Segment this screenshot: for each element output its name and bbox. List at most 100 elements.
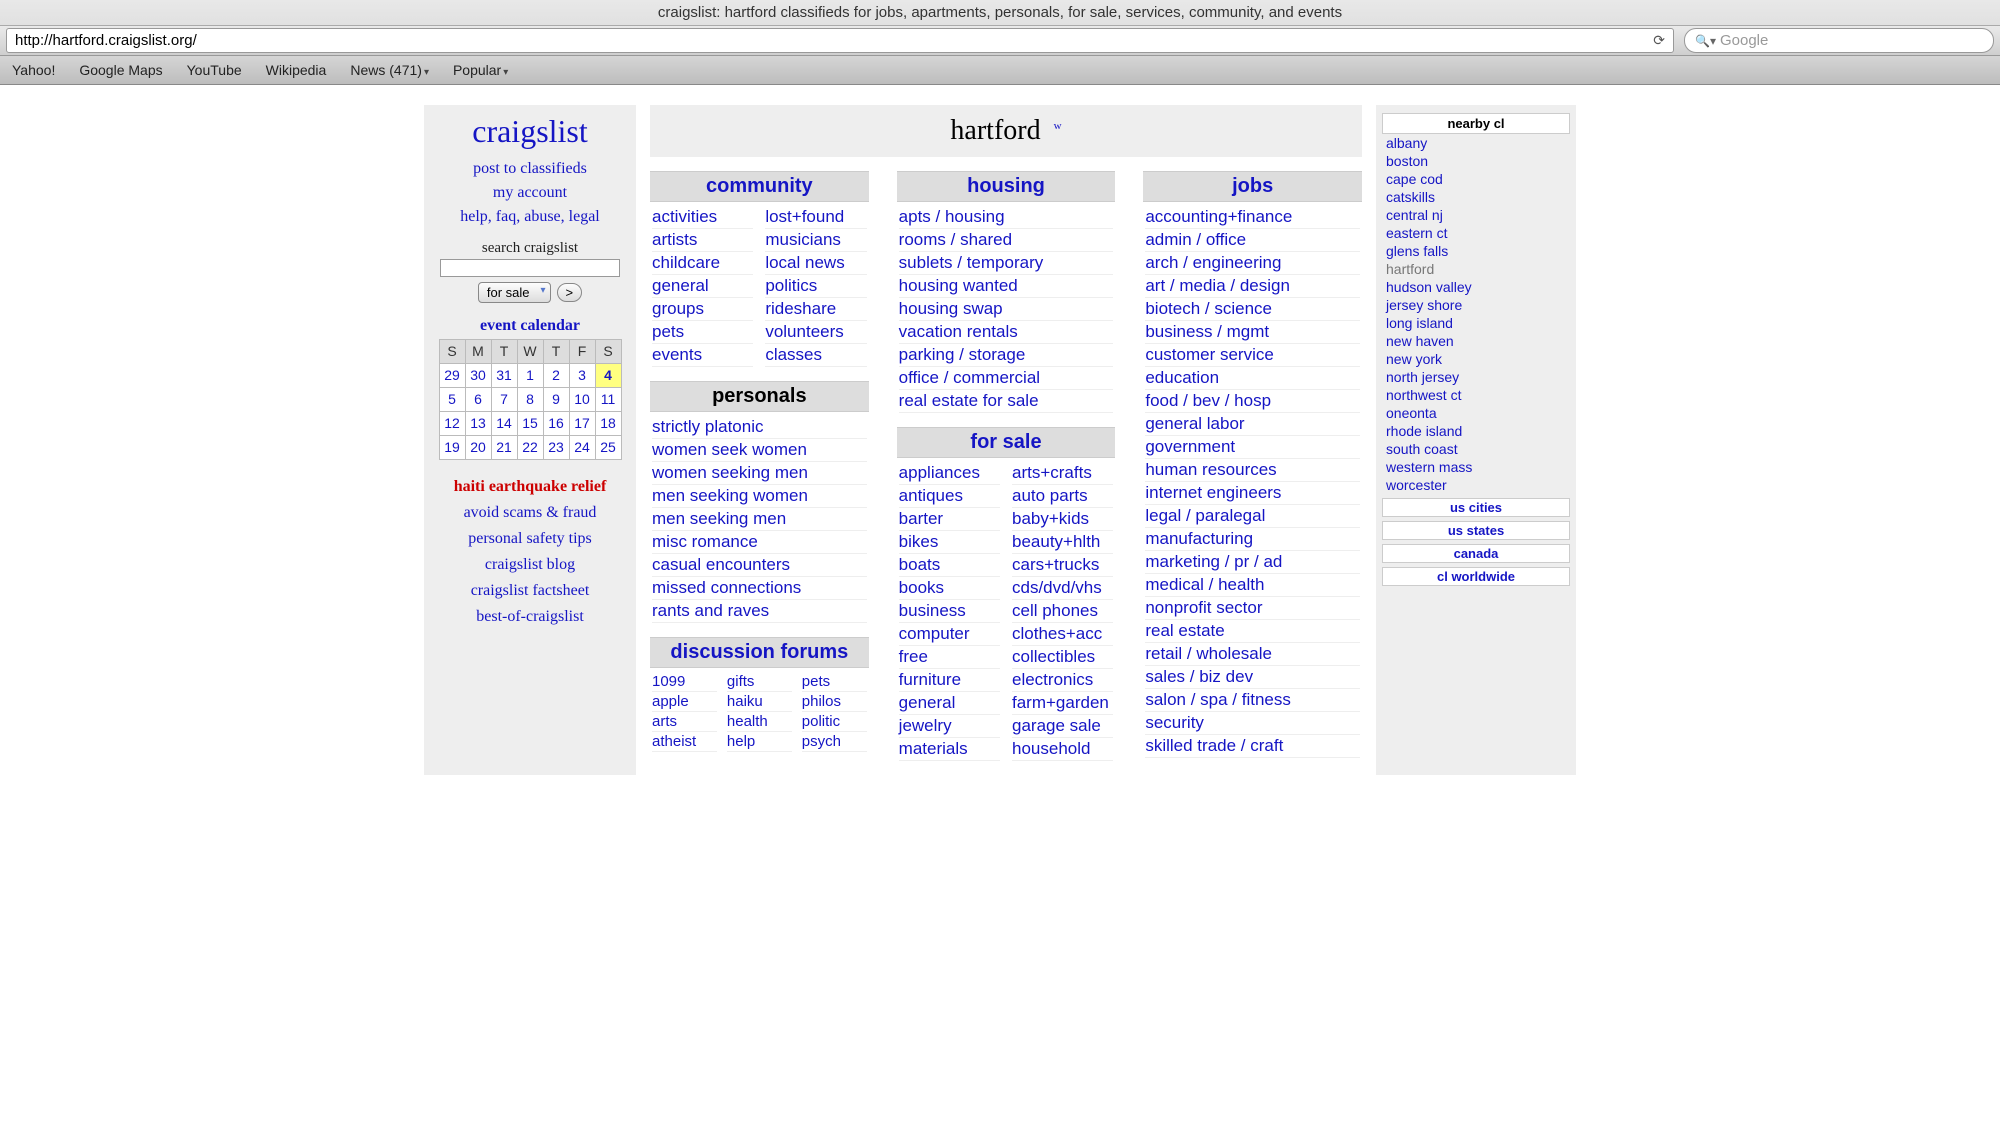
category-link[interactable]: men seeking women xyxy=(652,485,867,508)
category-link[interactable]: household xyxy=(1012,738,1113,761)
category-link[interactable]: admin / office xyxy=(1145,229,1360,252)
category-link[interactable]: books xyxy=(899,577,1000,600)
category-link[interactable]: materials xyxy=(899,738,1000,761)
category-link[interactable]: marketing / pr / ad xyxy=(1145,551,1360,574)
nearby-city[interactable]: worcester xyxy=(1382,476,1570,494)
wiki-link[interactable]: w xyxy=(1054,120,1062,132)
category-link[interactable]: medical / health xyxy=(1145,574,1360,597)
category-link[interactable]: salon / spa / fitness xyxy=(1145,689,1360,712)
category-link[interactable]: groups xyxy=(652,298,753,321)
other-region-link[interactable]: us states xyxy=(1382,521,1570,540)
nearby-city[interactable]: catskills xyxy=(1382,188,1570,206)
category-link[interactable]: musicians xyxy=(765,229,866,252)
nearby-city[interactable]: long island xyxy=(1382,314,1570,332)
category-link[interactable]: biotech / science xyxy=(1145,298,1360,321)
category-link[interactable]: rooms / shared xyxy=(899,229,1114,252)
left-footer-link[interactable]: craigslist factsheet xyxy=(428,582,632,600)
category-link[interactable]: women seek women xyxy=(652,439,867,462)
category-link[interactable]: internet engineers xyxy=(1145,482,1360,505)
cal-day[interactable]: 29 xyxy=(439,363,465,387)
category-link[interactable]: apts / housing xyxy=(899,206,1114,229)
cal-day[interactable]: 7 xyxy=(491,387,517,411)
category-link[interactable]: collectibles xyxy=(1012,646,1113,669)
other-region-link[interactable]: us cities xyxy=(1382,498,1570,517)
category-link[interactable]: computer xyxy=(899,623,1000,646)
cal-day[interactable]: 12 xyxy=(439,411,465,435)
category-link[interactable]: help xyxy=(727,732,792,752)
calendar-title[interactable]: event calendar xyxy=(428,317,632,335)
category-link[interactable]: office / commercial xyxy=(899,367,1114,390)
category-link[interactable]: men seeking men xyxy=(652,508,867,531)
cal-day[interactable]: 9 xyxy=(543,387,569,411)
category-link[interactable]: casual encounters xyxy=(652,554,867,577)
nearby-city[interactable]: cape cod xyxy=(1382,170,1570,188)
category-link[interactable]: clothes+acc xyxy=(1012,623,1113,646)
category-link[interactable]: arch / engineering xyxy=(1145,252,1360,275)
cal-day[interactable]: 22 xyxy=(517,435,543,459)
category-link[interactable]: arts+crafts xyxy=(1012,462,1113,485)
cal-day[interactable]: 24 xyxy=(569,435,595,459)
category-link[interactable]: bikes xyxy=(899,531,1000,554)
cal-day[interactable]: 1 xyxy=(517,363,543,387)
category-link[interactable]: barter xyxy=(899,508,1000,531)
category-link[interactable]: baby+kids xyxy=(1012,508,1113,531)
left-footer-link[interactable]: avoid scams & fraud xyxy=(428,504,632,522)
left-nav-link[interactable]: post to classifieds xyxy=(428,160,632,178)
cal-day[interactable]: 2 xyxy=(543,363,569,387)
search-category-select[interactable]: for sale xyxy=(478,282,551,303)
category-link[interactable]: skilled trade / craft xyxy=(1145,735,1360,758)
cal-day[interactable]: 19 xyxy=(439,435,465,459)
left-footer-link[interactable]: best-of-craigslist xyxy=(428,608,632,626)
category-link[interactable]: general xyxy=(899,692,1000,715)
category-link[interactable]: real estate xyxy=(1145,620,1360,643)
cal-day[interactable]: 21 xyxy=(491,435,517,459)
category-link[interactable]: lost+found xyxy=(765,206,866,229)
category-link[interactable]: activities xyxy=(652,206,753,229)
nearby-city[interactable]: hartford xyxy=(1382,260,1570,278)
category-link[interactable]: customer service xyxy=(1145,344,1360,367)
bookmark-item[interactable]: Wikipedia xyxy=(266,62,327,78)
bookmark-item[interactable]: Yahoo! xyxy=(12,62,55,78)
search-input[interactable] xyxy=(440,259,620,277)
category-link[interactable]: vacation rentals xyxy=(899,321,1114,344)
other-region-link[interactable]: canada xyxy=(1382,544,1570,563)
reload-icon[interactable]: ⟳ xyxy=(1653,32,1665,49)
bookmark-item[interactable]: Google Maps xyxy=(79,62,162,78)
category-link[interactable]: housing wanted xyxy=(899,275,1114,298)
cal-day[interactable]: 14 xyxy=(491,411,517,435)
category-link[interactable]: strictly platonic xyxy=(652,416,867,439)
category-link[interactable]: pets xyxy=(802,672,867,692)
cal-day[interactable]: 5 xyxy=(439,387,465,411)
category-link[interactable]: farm+garden xyxy=(1012,692,1113,715)
category-link[interactable]: art / media / design xyxy=(1145,275,1360,298)
category-link[interactable]: misc romance xyxy=(652,531,867,554)
nearby-city[interactable]: south coast xyxy=(1382,440,1570,458)
other-region-link[interactable]: cl worldwide xyxy=(1382,567,1570,586)
cal-day[interactable]: 23 xyxy=(543,435,569,459)
category-link[interactable]: food / bev / hosp xyxy=(1145,390,1360,413)
nearby-city[interactable]: albany xyxy=(1382,134,1570,152)
category-link[interactable]: psych xyxy=(802,732,867,752)
housing-head[interactable]: housing xyxy=(897,171,1116,202)
bookmark-item[interactable]: YouTube xyxy=(187,62,242,78)
category-link[interactable]: human resources xyxy=(1145,459,1360,482)
category-link[interactable]: politic xyxy=(802,712,867,732)
category-link[interactable]: beauty+hlth xyxy=(1012,531,1113,554)
personals-head[interactable]: personals xyxy=(650,381,869,412)
cal-day[interactable]: 8 xyxy=(517,387,543,411)
category-link[interactable]: cds/dvd/vhs xyxy=(1012,577,1113,600)
category-link[interactable]: classes xyxy=(765,344,866,367)
category-link[interactable]: artists xyxy=(652,229,753,252)
category-link[interactable]: arts xyxy=(652,712,717,732)
category-link[interactable]: missed connections xyxy=(652,577,867,600)
category-link[interactable]: education xyxy=(1145,367,1360,390)
nearby-city[interactable]: jersey shore xyxy=(1382,296,1570,314)
category-link[interactable]: rants and raves xyxy=(652,600,867,623)
category-link[interactable]: volunteers xyxy=(765,321,866,344)
category-link[interactable]: pets xyxy=(652,321,753,344)
category-link[interactable]: childcare xyxy=(652,252,753,275)
nearby-city[interactable]: rhode island xyxy=(1382,422,1570,440)
category-link[interactable]: free xyxy=(899,646,1000,669)
category-link[interactable]: accounting+finance xyxy=(1145,206,1360,229)
category-link[interactable]: apple xyxy=(652,692,717,712)
